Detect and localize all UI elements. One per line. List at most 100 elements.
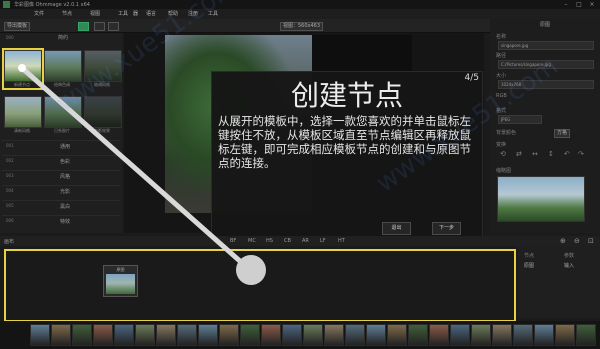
- node-type-ht[interactable]: HT: [338, 238, 345, 244]
- filmstrip-thumb[interactable]: [555, 324, 575, 346]
- zoom-in-icon[interactable]: ⊕: [560, 237, 566, 245]
- category-label: 通用: [60, 144, 71, 150]
- category-id: 006: [6, 218, 14, 223]
- template-category-row[interactable]: 002 色彩: [2, 155, 120, 167]
- filmstrip-thumb[interactable]: [513, 324, 533, 346]
- filmstrip-thumb[interactable]: [240, 324, 260, 346]
- original-thumbnail: [497, 176, 585, 222]
- template-thumb[interactable]: [4, 96, 42, 128]
- filmstrip-thumb[interactable]: [72, 324, 92, 346]
- template-category-row[interactable]: 003 风格: [2, 170, 120, 182]
- menu-bar: 文件 节点 视图 工具 器 语言 帮助 注册 工具: [0, 9, 600, 19]
- maximize-icon[interactable]: □: [573, 0, 585, 9]
- filmstrip-thumb[interactable]: [93, 324, 113, 346]
- filmstrip-thumb[interactable]: [51, 324, 71, 346]
- tutorial-page-indicator: 4/5: [464, 73, 479, 83]
- highlighted-template: [2, 48, 44, 90]
- node-type-bf[interactable]: BF: [230, 238, 236, 244]
- path-label: 路径: [496, 53, 507, 59]
- filmstrip-thumb[interactable]: [366, 324, 386, 346]
- filmstrip-thumb[interactable]: [282, 324, 302, 346]
- filmstrip-thumb[interactable]: [156, 324, 176, 346]
- category-id: 004: [6, 188, 14, 193]
- template-thumb-label: 清新风格: [14, 128, 30, 133]
- template-thumb-label: 电影效果: [94, 128, 110, 133]
- filmstrip-thumb[interactable]: [576, 324, 596, 346]
- exit-button[interactable]: 退出: [382, 222, 411, 235]
- category-id: 005: [6, 203, 14, 208]
- category-label: 光影: [60, 189, 71, 195]
- template-thumb-label: 日系胶片: [54, 128, 70, 133]
- node-type-cb[interactable]: CB: [284, 238, 291, 244]
- tutorial-title: 创建节点: [290, 79, 403, 112]
- original-image-node[interactable]: 原图: [103, 265, 138, 297]
- resize-icon[interactable]: ↔: [532, 150, 538, 158]
- filmstrip-thumb[interactable]: [345, 324, 365, 346]
- view-size-dropdown[interactable]: 视图：560x463: [280, 22, 324, 31]
- filmstrip-thumb[interactable]: [387, 324, 407, 346]
- filmstrip-thumb[interactable]: [177, 324, 197, 346]
- filmstrip-thumb[interactable]: [261, 324, 281, 346]
- menu-view[interactable]: 视图: [90, 10, 100, 17]
- preset-dropdown[interactable]: 导出模板: [4, 22, 31, 31]
- filmstrip-thumb[interactable]: [303, 324, 323, 346]
- flip-vertical-icon[interactable]: ↕: [548, 150, 554, 158]
- filmstrip-thumb[interactable]: [135, 324, 155, 346]
- canvas-label: 画布: [4, 239, 15, 245]
- category-id: 003: [6, 173, 14, 178]
- filmstrip-thumb[interactable]: [471, 324, 491, 346]
- template-category-row[interactable]: 006 特效: [2, 215, 120, 227]
- template-tab[interactable]: 简约: [58, 34, 68, 41]
- rotate-icon[interactable]: ⟲: [500, 150, 506, 158]
- list-view-icon[interactable]: [94, 22, 105, 31]
- filmstrip-thumb[interactable]: [408, 324, 428, 346]
- node-column-header: 节点: [524, 253, 535, 259]
- menu-tools[interactable]: 工具: [118, 10, 128, 17]
- background-color-dropdown[interactable]: 方格: [554, 129, 571, 138]
- zoom-out-icon[interactable]: ⊖: [574, 237, 580, 245]
- category-label: 风格: [60, 174, 71, 180]
- close-panel-icon[interactable]: [108, 22, 119, 31]
- thumbnail-label: 缩略图: [496, 168, 512, 174]
- menu-item[interactable]: 器: [133, 10, 138, 17]
- node-editor[interactable]: [4, 249, 516, 322]
- rotate-left-icon[interactable]: ↶: [564, 150, 570, 158]
- template-tab-id: 000: [6, 35, 14, 40]
- filmstrip-thumb[interactable]: [114, 324, 134, 346]
- node-thumbnail: [106, 274, 135, 294]
- filmstrip-thumb[interactable]: [324, 324, 344, 346]
- template-category-row[interactable]: 001 通用: [2, 140, 120, 152]
- transform-label: 变换: [496, 142, 507, 148]
- filmstrip-thumb[interactable]: [534, 324, 554, 346]
- menu-node[interactable]: 节点: [62, 10, 72, 17]
- template-category-row[interactable]: 005 黑白: [2, 200, 120, 212]
- category-id: 002: [6, 158, 14, 163]
- node-type-hs[interactable]: HS: [266, 238, 273, 244]
- rotate-right-icon[interactable]: ↷: [578, 150, 584, 158]
- name-field[interactable]: singapore.jpg: [498, 41, 594, 50]
- title-bar: 华彩图像 Ohmmage v2.0.1 x64 – □ ×: [0, 0, 600, 9]
- menu-language[interactable]: 语言: [146, 10, 156, 17]
- filmstrip-thumb[interactable]: [450, 324, 470, 346]
- node-type-lf[interactable]: LF: [320, 238, 326, 244]
- filmstrip-thumb[interactable]: [492, 324, 512, 346]
- filmstrip-thumb[interactable]: [219, 324, 239, 346]
- filmstrip-thumb[interactable]: [30, 324, 50, 346]
- grid-view-icon[interactable]: [78, 22, 89, 31]
- next-button[interactable]: 下一步: [432, 222, 461, 235]
- param-column-header: 参数: [564, 253, 575, 259]
- fit-view-icon[interactable]: ⊡: [588, 237, 594, 245]
- close-icon[interactable]: ×: [586, 0, 598, 9]
- filmstrip-thumb[interactable]: [198, 324, 218, 346]
- node-toolbar: 画布 BF MC HS CB AR LF HT ⊕ ⊖ ⊡: [0, 236, 600, 246]
- node-type-mc[interactable]: MC: [248, 238, 256, 244]
- node-type-ar[interactable]: AR: [302, 238, 309, 244]
- size-label: 大小: [496, 73, 507, 79]
- name-label: 名称: [496, 34, 507, 40]
- flip-icon[interactable]: ⇄: [516, 150, 522, 158]
- minimize-icon[interactable]: –: [560, 0, 572, 9]
- template-category-row[interactable]: 004 光影: [2, 185, 120, 197]
- properties-header: 原图: [540, 22, 551, 28]
- filmstrip-thumb[interactable]: [429, 324, 449, 346]
- menu-file[interactable]: 文件: [34, 10, 44, 17]
